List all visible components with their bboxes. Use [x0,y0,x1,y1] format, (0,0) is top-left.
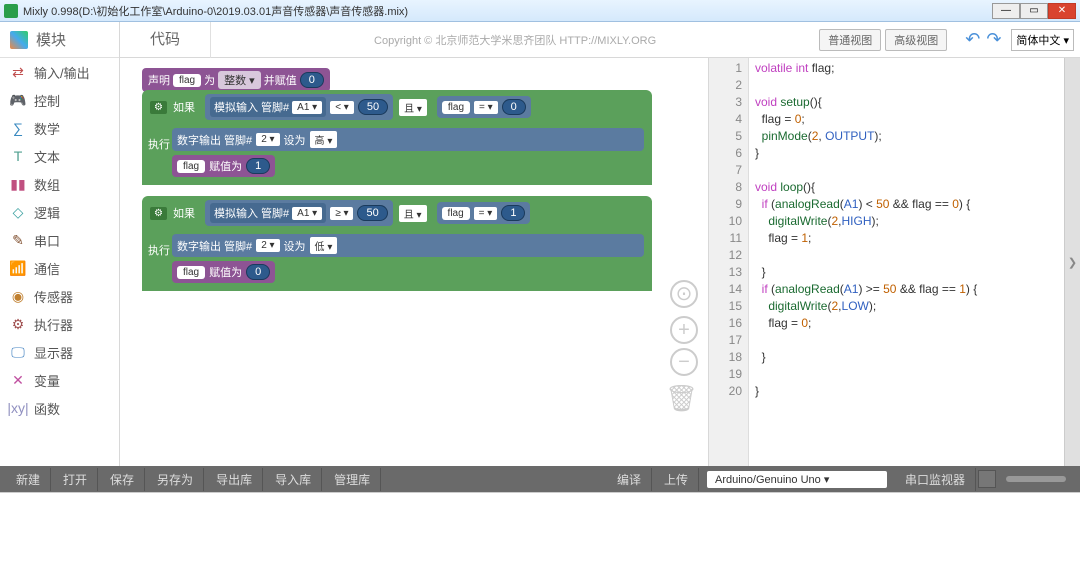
manage-button[interactable]: 管理库 [324,468,381,491]
category-icon: 🎮 [10,92,26,108]
category-icon: 📶 [10,260,26,276]
zoom-in-icon[interactable]: + [670,316,698,344]
bottom-toolbar: 新建 打开 保存 另存为 导出库 导入库 管理库 编译 上传 Arduino/G… [0,466,1080,492]
tab-code[interactable]: 代码 [120,22,211,58]
window-title: Mixly 0.998(D:\初始化工作室\Arduino-0\2019.03.… [23,3,992,19]
minimize-button[interactable]: — [992,3,1020,19]
category-icon: ∑ [10,120,26,136]
category-icon: |xy| [10,400,26,416]
code-text[interactable]: volatile int flag; void setup(){ flag = … [749,58,1064,466]
zoom-out-icon[interactable]: − [670,348,698,376]
close-button[interactable]: ✕ [1048,3,1076,19]
app-icon [4,4,18,18]
center-icon[interactable]: ⊙ [670,280,698,308]
sidebar-item-9[interactable]: ⚙执行器 [0,310,119,338]
code-pane: 1234567891011121314151617181920 volatile… [708,58,1080,466]
block-canvas[interactable]: 声明 flag 为 整数 ▾ 并赋值 0 ⚙ 如果 模拟输入 管脚#A1 ▾ <… [120,58,708,466]
trash-icon[interactable]: 🗑 [665,383,698,414]
import-button[interactable]: 导入库 [265,468,322,491]
sidebar-item-12[interactable]: |xy|函数 [0,394,119,422]
sidebar-item-8[interactable]: ◉传感器 [0,282,119,310]
serial-button[interactable]: 串口监视器 [895,468,976,491]
new-button[interactable]: 新建 [6,468,51,491]
titlebar: Mixly 0.998(D:\初始化工作室\Arduino-0\2019.03.… [0,0,1080,22]
settings-icon[interactable] [978,470,996,488]
upload-button[interactable]: 上传 [654,468,699,491]
sidebar-item-5[interactable]: ◇逻辑 [0,198,119,226]
logo-icon [10,31,28,49]
sidebar-item-11[interactable]: ✕变量 [0,366,119,394]
category-icon: ◇ [10,204,26,220]
redo-icon[interactable]: ↷ [986,29,1001,50]
topbar: 代码 Copyright © 北京师范大学米思齐团队 HTTP://MIXLY.… [120,22,1080,58]
category-icon: ✎ [10,232,26,248]
block-if-1[interactable]: ⚙ 如果 模拟输入 管脚#A1 ▾ < ▾ 50 且 ▾ flag= ▾0 执行… [142,90,652,185]
gear-icon[interactable]: ⚙ [150,101,167,114]
sidebar-header: 模块 [0,22,119,58]
category-icon: ⇄ [10,64,26,80]
save-button[interactable]: 保存 [100,468,145,491]
sidebar-item-4[interactable]: ▮▮数组 [0,170,119,198]
saveas-button[interactable]: 另存为 [147,468,204,491]
sidebar-item-1[interactable]: 🎮控制 [0,86,119,114]
category-icon: T [10,148,26,164]
maximize-button[interactable]: ▭ [1020,3,1048,19]
category-icon: ▮▮ [10,176,26,192]
compile-button[interactable]: 编译 [607,468,652,491]
normal-view-button[interactable]: 普通视图 [819,29,881,51]
console[interactable] [0,492,1080,576]
open-button[interactable]: 打开 [53,468,98,491]
block-if-2[interactable]: ⚙ 如果 模拟输入 管脚#A1 ▾ ≥ ▾ 50 且 ▾ flag= ▾1 执行… [142,196,652,291]
line-gutter: 1234567891011121314151617181920 [709,58,749,466]
undo-icon[interactable]: ↶ [965,29,980,50]
sidebar-item-7[interactable]: 📶通信 [0,254,119,282]
category-icon: ⚙ [10,316,26,332]
gear-icon[interactable]: ⚙ [150,207,167,220]
sidebar-item-10[interactable]: 🖵显示器 [0,338,119,366]
sidebar-item-0[interactable]: ⇄输入/输出 [0,58,119,86]
sidebar-item-6[interactable]: ✎串口 [0,226,119,254]
category-icon: ✕ [10,372,26,388]
category-icon: ◉ [10,288,26,304]
collapse-icon[interactable]: ❯ [1064,58,1080,466]
sidebar-item-3[interactable]: T文本 [0,142,119,170]
advanced-view-button[interactable]: 高级视图 [885,29,947,51]
sidebar-item-2[interactable]: ∑数学 [0,114,119,142]
board-select[interactable]: Arduino/Genuino Uno ▾ [707,471,887,488]
slider[interactable] [1006,476,1066,482]
export-button[interactable]: 导出库 [206,468,263,491]
sidebar: 模块 ⇄输入/输出🎮控制∑数学T文本▮▮数组◇逻辑✎串口📶通信◉传感器⚙执行器🖵… [0,22,120,466]
block-declare[interactable]: 声明 flag 为 整数 ▾ 并赋值 0 [142,68,330,92]
language-select[interactable]: 简体中文 ▾ [1011,29,1074,51]
category-icon: 🖵 [10,344,26,360]
copyright: Copyright © 北京师范大学米思齐团队 HTTP://MIXLY.ORG [211,32,819,48]
